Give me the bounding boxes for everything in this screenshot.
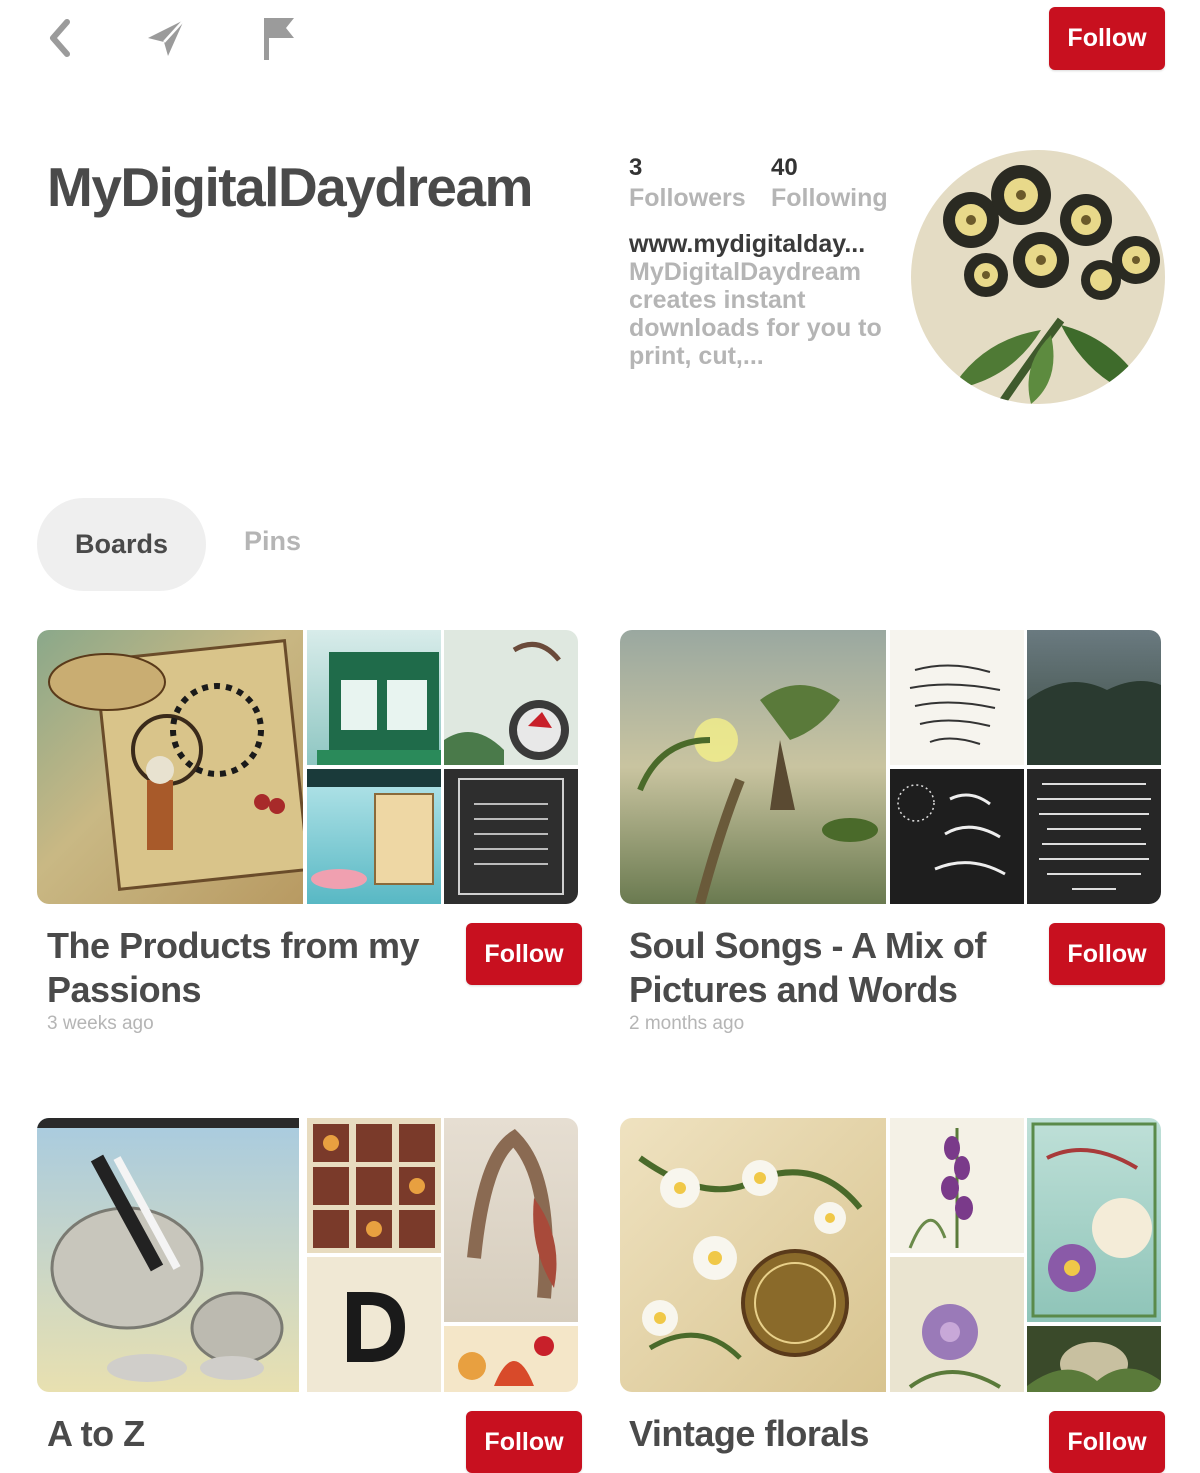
board-title[interactable]: A to Z (47, 1412, 447, 1456)
board-follow-button[interactable]: Follow (1049, 923, 1165, 985)
profile-bio: MyDigitalDaydream creates instant downlo… (629, 258, 882, 370)
board-cover-collage[interactable] (37, 1118, 578, 1392)
board-cover-image (37, 630, 303, 904)
board-follow-button[interactable]: Follow (466, 923, 582, 985)
following-count: 40 (771, 154, 798, 181)
board-cover-image (890, 1257, 1024, 1392)
board-cover-image (620, 1118, 886, 1392)
flag-icon (264, 18, 294, 60)
paper-plane-icon (148, 19, 185, 56)
profile-name: MyDigitalDaydream (47, 156, 533, 218)
board-cover-image (890, 769, 1024, 904)
board-cover-image (890, 1118, 1024, 1253)
tab-boards[interactable]: Boards (37, 498, 206, 591)
following-label: Following (771, 184, 888, 212)
board-cover-image (444, 769, 578, 904)
board-follow-button[interactable]: Follow (1049, 1411, 1165, 1473)
avatar[interactable] (911, 150, 1165, 404)
board-cover-image (37, 1118, 299, 1392)
board-title[interactable]: The Products from my Passions (47, 924, 447, 1012)
board-title[interactable]: Soul Songs - A Mix of Pictures and Words (629, 924, 1029, 1012)
tab-pins[interactable]: Pins (244, 526, 301, 557)
board-cover-image (1027, 630, 1161, 765)
board-updated-time: 3 weeks ago (47, 1013, 154, 1034)
board-updated-time: 2 months ago (629, 1013, 745, 1034)
board-title[interactable]: Vintage florals (629, 1412, 1029, 1456)
board-follow-button[interactable]: Follow (466, 1411, 582, 1473)
board-cover-image (307, 1257, 441, 1392)
board-cover-image (444, 1326, 578, 1392)
board-cover-collage[interactable] (37, 630, 578, 904)
report-button[interactable] (254, 14, 302, 62)
board-cover-collage[interactable] (620, 1118, 1161, 1392)
board-cover-image (307, 769, 441, 904)
send-button[interactable] (142, 14, 190, 62)
board-cover-image (307, 630, 441, 765)
profile-website-link[interactable]: www.mydigitalday... (629, 230, 865, 259)
board-cover-image (1027, 1118, 1161, 1322)
followers-label: Followers (629, 184, 746, 212)
followers-count: 3 (629, 154, 643, 181)
chevron-left-icon (50, 19, 70, 57)
board-cover-image (890, 630, 1024, 765)
board-cover-image (444, 630, 578, 765)
back-button[interactable] (36, 14, 84, 62)
board-cover-image (620, 630, 886, 904)
board-cover-collage[interactable] (620, 630, 1161, 904)
flower-illustration (911, 150, 1165, 404)
board-cover-image (444, 1118, 578, 1322)
board-cover-image (1027, 769, 1161, 904)
board-cover-image (307, 1118, 441, 1253)
profile-follow-button[interactable]: Follow (1049, 7, 1165, 70)
board-cover-image (1027, 1326, 1161, 1392)
